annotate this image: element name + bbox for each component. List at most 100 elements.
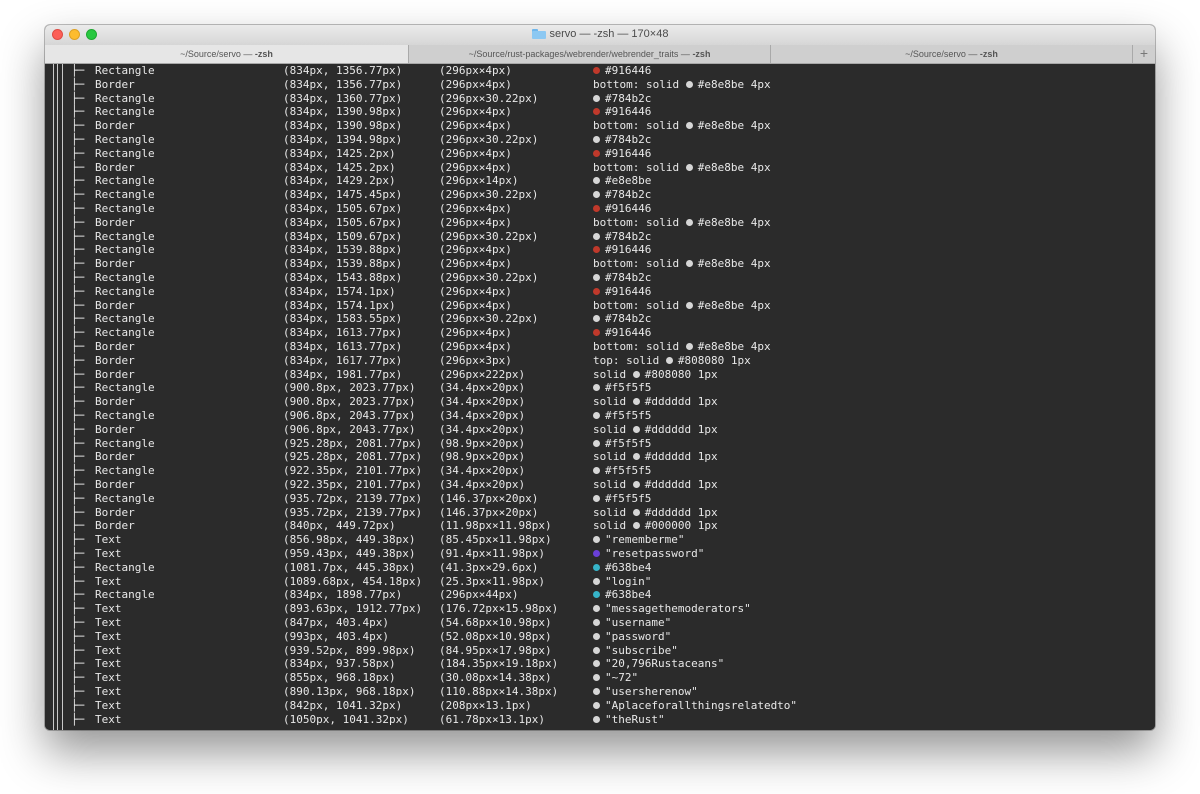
value-text: #916446 — [605, 105, 652, 119]
item-size: (34.4px×20px) — [439, 409, 526, 422]
value-text: #808080 1px — [644, 367, 718, 381]
item-size: (296px×30.22px) — [439, 188, 539, 202]
color-swatch-icon — [593, 577, 600, 585]
tab-command: -zsh — [692, 49, 711, 59]
item-position: (834px, 1505.67px) — [283, 202, 403, 215]
item-position: (922.35px, 2101.77px) — [283, 478, 423, 491]
tree-branch: ├─ — [71, 698, 85, 712]
tree-branch: ├─ — [71, 588, 85, 602]
item-size: (296px×4px) — [439, 64, 512, 77]
item-position: (834px, 1505.67px) — [283, 215, 403, 229]
output-line: ├─ Rectangle (834px, 1475.45px) (296px×30.2… — [45, 188, 1155, 202]
tab-webrender-traits[interactable]: ~/Source/rust-packages/webrender/webrend… — [409, 45, 771, 63]
item-size: (296px×4px) — [439, 326, 512, 340]
item-position: (840px, 449.72px) — [283, 519, 396, 533]
value-text: #f5f5f5 — [605, 381, 652, 395]
tree-branch: ├─ — [71, 643, 85, 657]
output-line: ├─ Rectangle (834px, 1360.77px) (296px×30.2… — [45, 92, 1155, 106]
value-text: #784b2c — [605, 188, 652, 202]
tab-servo-2[interactable]: ~/Source/servo — -zsh — [771, 45, 1133, 63]
output-line: ├─ Text (855px, 968.18px) (30.08px×14.38px)… — [45, 671, 1155, 685]
value-text: #dddddd 1px — [644, 395, 718, 409]
color-swatch-icon — [593, 108, 600, 116]
tree-branch: ├─ — [71, 381, 85, 395]
tree-branch: ├─ — [71, 160, 85, 174]
tree-branch: ├─ — [71, 202, 85, 215]
item-type: Border — [95, 395, 135, 409]
color-swatch-icon — [593, 136, 600, 143]
tree-branch: ├─ — [71, 629, 85, 643]
item-type: Rectangle — [95, 560, 155, 574]
color-swatch-icon — [632, 481, 640, 488]
border-style: bottom: solid — [593, 119, 680, 133]
item-value: bottom: solid #e8e8be 4px — [593, 340, 771, 354]
item-type: Rectangle — [95, 202, 155, 215]
item-position: (834px, 1981.77px) — [283, 367, 403, 381]
item-size: (84.95px×17.98px) — [439, 643, 552, 657]
tree-branch: ├─ — [71, 657, 85, 671]
item-value: "Aplaceforallthingsrelatedto" — [593, 699, 797, 713]
item-position: (834px, 1425.2px) — [283, 146, 396, 160]
value-text: #e8e8be 4px — [697, 215, 771, 229]
color-swatch-icon — [665, 356, 673, 364]
output-line: ├─ Border (906.8px, 2043.77px) (34.4px×20px… — [45, 423, 1155, 437]
item-size: (296px×30.22px) — [439, 312, 539, 326]
output-line: ├─ Border (834px, 1390.98px) (296px×4px) bot… — [45, 119, 1155, 133]
color-swatch-icon — [632, 425, 640, 433]
value-text: "resetpassword" — [605, 547, 705, 560]
item-type: Border — [95, 298, 135, 312]
item-value: #784b2c — [593, 312, 651, 326]
output-line: ├─ Border (900.8px, 2023.77px) (34.4px×20px… — [45, 395, 1155, 409]
item-size: (34.4px×20px) — [439, 478, 526, 491]
item-size: (110.88px×14.38px) — [439, 685, 559, 698]
terminal-output[interactable]: ├─ Rectangle (834px, 1356.77px) (296px×4px)… — [45, 64, 1155, 730]
item-type: Rectangle — [95, 188, 155, 202]
item-value: bottom: solid #e8e8be 4px — [593, 78, 771, 92]
color-swatch-icon — [593, 674, 600, 682]
value-text: #dddddd 1px — [644, 505, 718, 519]
output-line: ├─ Text (893.63px, 1912.77px) (176.72px×15.… — [45, 602, 1155, 616]
item-value: #f5f5f5 — [593, 464, 651, 478]
color-swatch-icon — [593, 67, 600, 74]
value-text: #784b2c — [605, 133, 652, 146]
item-size: (176.72px×15.98px) — [439, 602, 559, 616]
color-swatch-icon — [593, 563, 600, 571]
tab-servo-1[interactable]: ~/Source/servo — -zsh — [45, 45, 409, 63]
output-line: ├─ Rectangle (834px, 1539.88px) (296px×4px)… — [45, 243, 1155, 257]
item-size: (296px×4px) — [439, 284, 512, 298]
item-value: #784b2c — [593, 271, 651, 285]
value-text: #dddddd 1px — [644, 478, 718, 491]
item-value: "login" — [593, 575, 651, 589]
item-position: (834px, 1574.1px) — [283, 298, 396, 312]
item-size: (34.4px×20px) — [439, 395, 526, 409]
tree-branch: ├─ — [71, 340, 85, 353]
tree-branch: ├─ — [71, 436, 85, 450]
item-value: solid #808080 1px — [593, 368, 718, 382]
item-size: (184.35px×19.18px) — [439, 657, 559, 671]
item-position: (834px, 1360.77px) — [283, 91, 403, 105]
output-line: ├─ Border (922.35px, 2101.77px) (34.4px×20p… — [45, 478, 1155, 492]
output-line: ├─ Text (959.43px, 449.38px) (91.4px×11.98p… — [45, 547, 1155, 561]
output-line: ├─ Text (842px, 1041.32px) (208px×13.1px) "A… — [45, 699, 1155, 713]
item-position: (834px, 1583.55px) — [283, 312, 403, 326]
output-line: ├─ Rectangle (834px, 1356.77px) (296px×4px)… — [45, 64, 1155, 78]
item-position: (900.8px, 2023.77px) — [283, 381, 416, 395]
tree-branch: ├─ — [71, 91, 85, 105]
item-type: Rectangle — [95, 326, 155, 340]
tree-branch: ├─ — [71, 243, 85, 257]
color-swatch-icon — [685, 301, 693, 309]
color-swatch-icon — [632, 453, 640, 461]
output-line: ├─ Text (993px, 403.4px) (52.08px×10.98px) "… — [45, 630, 1155, 644]
value-text: #916446 — [605, 202, 652, 215]
item-value: bottom: solid #e8e8be 4px — [593, 299, 771, 313]
item-size: (296px×4px) — [439, 146, 512, 160]
value-text: #916446 — [605, 243, 652, 257]
tree-branch: ├─ — [71, 298, 85, 312]
item-type: Rectangle — [95, 409, 155, 422]
title-bar[interactable]: servo — -zsh — 170×48 — [45, 25, 1155, 45]
item-size: (296px×4px) — [439, 298, 512, 312]
item-type: Border — [95, 450, 135, 464]
new-tab-button[interactable]: + — [1133, 45, 1155, 63]
color-swatch-icon — [593, 205, 600, 212]
value-text: #dddddd 1px — [644, 422, 718, 436]
